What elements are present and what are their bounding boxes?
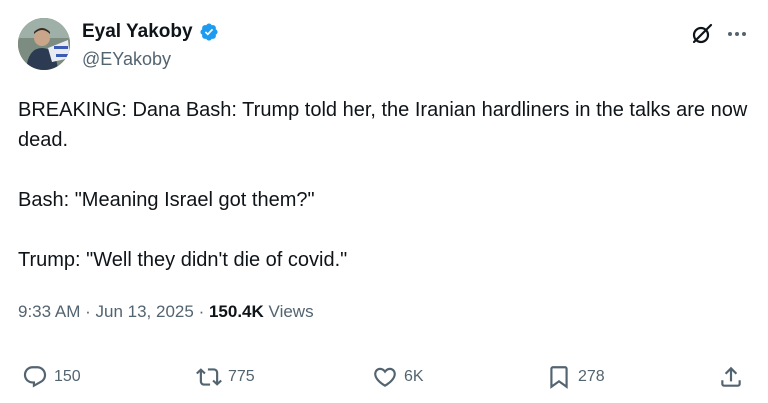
tweet-paragraph: Bash: "Meaning Israel got them?": [18, 189, 315, 211]
tweet-text: BREAKING: Dana Bash: Trump told her, the…: [18, 95, 758, 275]
tweet-time[interactable]: 9:33 AM: [18, 302, 80, 321]
tweet-paragraph: Trump: "Well they didn't die of covid.": [18, 249, 348, 271]
views-count: 150.4K: [208, 302, 264, 321]
avatar[interactable]: [18, 18, 70, 70]
share-button[interactable]: [718, 364, 744, 390]
reply-icon: [23, 366, 47, 388]
grok-icon[interactable]: [690, 22, 714, 46]
like-count: 6K: [404, 368, 424, 385]
repost-button[interactable]: 775: [196, 364, 255, 390]
author-handle[interactable]: @EYakoby: [82, 48, 171, 70]
reply-button[interactable]: 150: [22, 364, 81, 390]
bookmark-count: 278: [578, 368, 605, 385]
author-name-label: Eyal Yakoby: [82, 21, 193, 42]
bookmark-button[interactable]: 278: [546, 364, 605, 390]
repost-icon: [196, 368, 222, 386]
tweet-meta: 9:33 AM · Jun 13, 2025 · 150.4K Views: [18, 300, 314, 324]
like-button[interactable]: 6K: [372, 364, 424, 390]
like-icon: [374, 367, 396, 387]
verified-badge-icon: [199, 22, 219, 42]
action-bar: 150 775 6K 278: [0, 360, 768, 400]
tweet-paragraph: BREAKING: Dana Bash: Trump told her, the…: [18, 99, 748, 151]
share-icon: [721, 366, 741, 387]
bookmark-icon: [550, 366, 568, 389]
views-label: Views: [268, 302, 314, 321]
reply-count: 150: [54, 368, 81, 385]
repost-count: 775: [228, 368, 255, 385]
tweet-card: Eyal Yakoby @EYakoby BREAKING: Dana Bash…: [0, 0, 768, 403]
more-icon[interactable]: [726, 24, 748, 44]
meta-separator: ·: [85, 302, 91, 321]
tweet-date[interactable]: Jun 13, 2025: [96, 302, 194, 321]
meta-separator: ·: [198, 302, 205, 321]
author-name[interactable]: Eyal Yakoby: [82, 20, 219, 44]
